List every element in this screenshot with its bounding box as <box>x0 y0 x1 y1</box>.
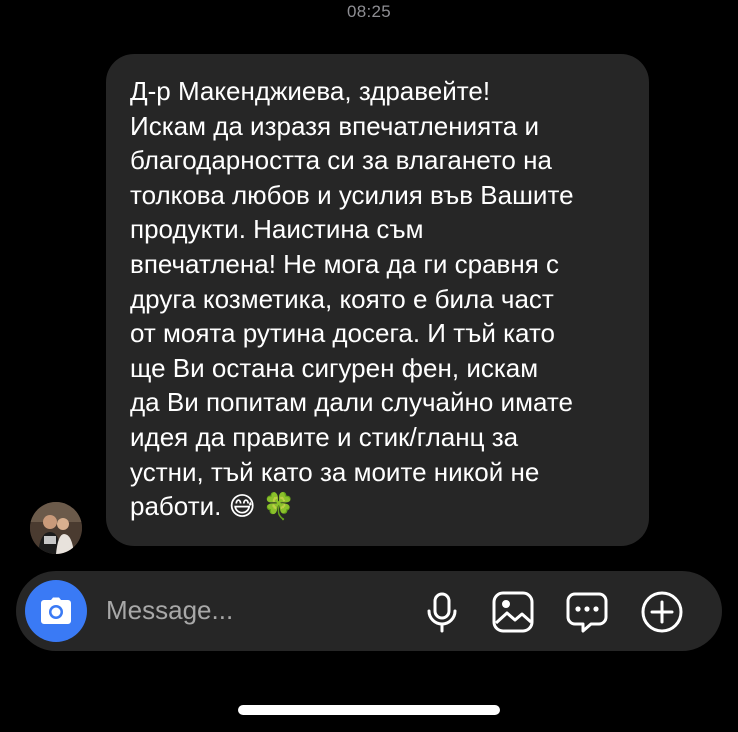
camera-button[interactable] <box>25 580 87 642</box>
message-line: благодарността си за влагането на <box>130 145 552 176</box>
message-line: ще Ви остана сигурен фен, искам <box>130 352 539 383</box>
message-bubble[interactable]: Д-р Макенджиева, здравейте! Искам да изр… <box>106 54 649 546</box>
camera-icon <box>41 597 71 624</box>
message-line: друга козметика, която е била част <box>130 283 554 314</box>
message-line: от моята рутина досега. И тъй като <box>130 318 556 349</box>
sender-avatar[interactable] <box>30 502 82 554</box>
message-line: Искам да изразя впечатленията и <box>130 110 540 141</box>
message-composer: Message... <box>16 571 722 651</box>
message-input[interactable]: Message... <box>106 595 233 626</box>
message-line: толкова любов и усилия във Вашите <box>130 179 574 210</box>
microphone-icon[interactable] <box>420 590 464 634</box>
message-line: да Ви попитам дали случайно имате <box>130 387 573 418</box>
message-line: Д-р Макенджиева, здравейте! <box>130 76 491 106</box>
message-line: устни, тъй като за моите никой не <box>130 456 540 487</box>
sticker-chat-icon[interactable] <box>565 590 609 634</box>
message-line-last: работи. 😅 🍀 <box>130 491 296 522</box>
message-timestamp: 08:25 <box>346 2 392 21</box>
gallery-icon[interactable] <box>491 590 535 634</box>
add-icon[interactable] <box>640 590 684 634</box>
message-line: идея да правите и стик/гланц за <box>130 421 519 452</box>
home-indicator <box>238 705 500 715</box>
message-line: продукти. Наистина съм <box>130 214 424 245</box>
message-line: впечатлена! Не мога да ги сравня с <box>130 248 560 279</box>
